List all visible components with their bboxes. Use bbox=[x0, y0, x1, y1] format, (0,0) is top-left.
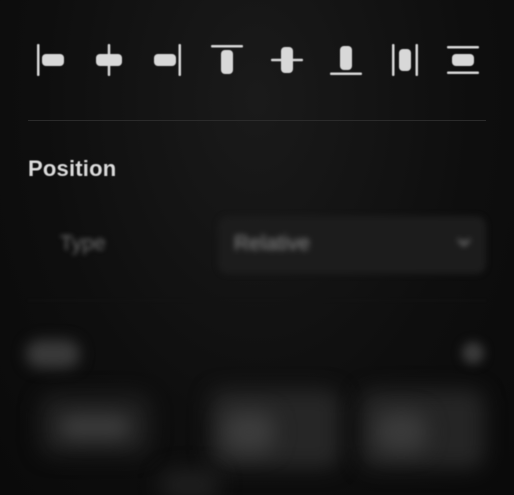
align-horizontal-center-icon bbox=[96, 44, 122, 76]
align-horizontal-center-button[interactable] bbox=[87, 40, 131, 80]
chevron-down-icon bbox=[458, 239, 470, 247]
position-type-value: Relative bbox=[234, 232, 310, 255]
blurred-toggle[interactable] bbox=[462, 342, 484, 364]
blurred-label bbox=[26, 340, 80, 368]
blurred-field-content bbox=[376, 412, 426, 452]
align-top-button[interactable] bbox=[205, 40, 249, 80]
blurred-field-content bbox=[60, 415, 130, 439]
distribute-vertical-button[interactable] bbox=[441, 40, 485, 80]
distribute-horizontal-button[interactable] bbox=[383, 40, 427, 80]
align-right-button[interactable] bbox=[145, 40, 189, 80]
type-label: Type bbox=[60, 232, 106, 255]
align-right-icon bbox=[154, 44, 181, 76]
design-panel: Position Type Relative bbox=[0, 0, 514, 495]
position-type-select[interactable]: Relative bbox=[218, 216, 486, 274]
section-divider bbox=[28, 120, 486, 121]
position-section-title: Position bbox=[28, 156, 117, 181]
align-left-button[interactable] bbox=[29, 40, 73, 80]
section-divider-lower bbox=[28, 300, 486, 301]
align-vertical-center-button[interactable] bbox=[265, 40, 309, 80]
align-left-icon bbox=[37, 44, 64, 76]
align-vertical-center-icon bbox=[271, 47, 303, 73]
blurred-field-content bbox=[224, 412, 274, 452]
alignment-toolbar bbox=[0, 0, 514, 120]
distribute-vertical-icon bbox=[447, 46, 479, 74]
align-top-icon bbox=[211, 45, 243, 74]
align-bottom-button[interactable] bbox=[324, 40, 368, 80]
blurred-element bbox=[160, 470, 220, 495]
distribute-horizontal-icon bbox=[392, 44, 418, 76]
align-bottom-icon bbox=[330, 46, 362, 75]
